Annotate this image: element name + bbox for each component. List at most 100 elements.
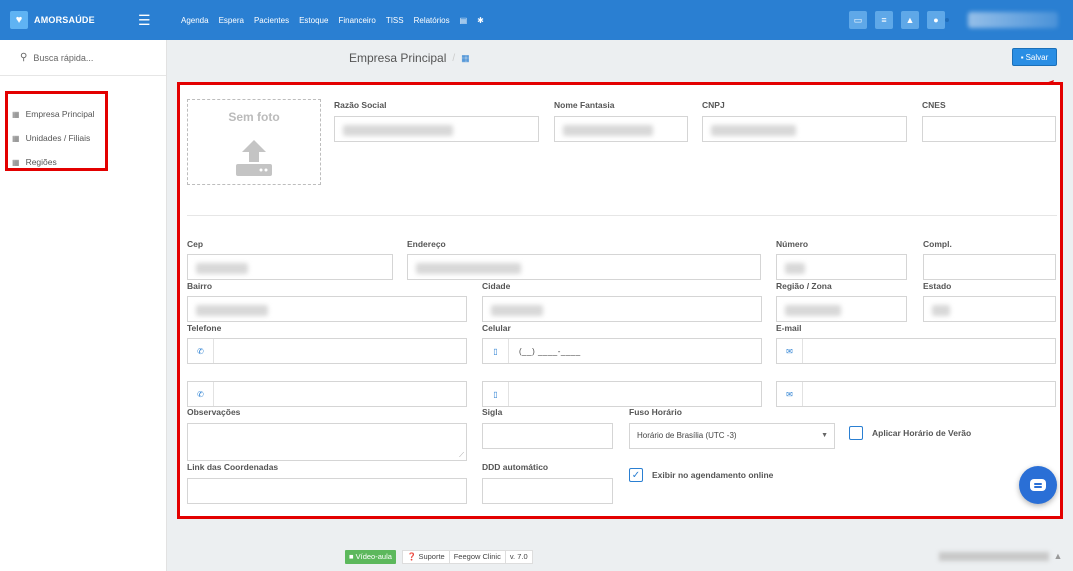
quick-search[interactable]: ⚲ Busca rápida... [0, 40, 166, 76]
nav-item-financeiro[interactable]: Financeiro [338, 16, 375, 25]
regiao-zona-input[interactable] [776, 296, 907, 322]
bairro-input[interactable] [187, 296, 467, 322]
nav-item-pacientes[interactable]: Pacientes [254, 16, 289, 25]
main-nav: Agenda Espera Pacientes Estoque Financei… [181, 16, 494, 25]
building-icon: ▦ [12, 133, 20, 143]
sidebar-menu-highlight: ▦ Empresa Principal ▦ Unidades / Filiais… [5, 91, 108, 171]
brand-logo-icon: ♥ [10, 11, 28, 29]
page-header: Empresa Principal / ▦ ▪ Salvar [167, 40, 1073, 76]
envelope-icon: ✉ [777, 339, 803, 363]
photo-placeholder-text: Sem foto [228, 110, 280, 124]
video-tutorial-button[interactable]: ■ Vídeo-aula [345, 550, 396, 564]
link-coordenadas-input[interactable] [187, 478, 467, 504]
email-input[interactable]: ✉ [776, 338, 1056, 364]
razao-social-input[interactable] [334, 116, 539, 142]
chat-icon[interactable]: ● [927, 11, 945, 29]
page-title: Empresa Principal [349, 51, 447, 65]
product-name: Feegow Clinic [450, 551, 506, 563]
support-link[interactable]: ❓ Suporte [403, 551, 450, 563]
footer-user-info [939, 552, 1049, 561]
nav-item-agenda[interactable]: Agenda [181, 16, 209, 25]
footer-links: ❓ Suporte Feegow Clinic v. 7.0 [402, 550, 533, 564]
estado-input[interactable] [923, 296, 1056, 322]
user-menu[interactable] [968, 12, 1058, 28]
video-tutorial-label: Vídeo-aula [355, 552, 392, 561]
nav-item-espera[interactable]: Espera [219, 16, 244, 25]
inbox-icon[interactable]: ▭ [849, 11, 867, 29]
database-icon[interactable]: ▤ [460, 16, 468, 25]
cnes-input[interactable] [922, 116, 1056, 142]
building-icon: ▦ [461, 52, 470, 63]
celular-input[interactable]: ▯ (__) ____-____ [482, 338, 762, 364]
list-icon[interactable]: ≡ [875, 11, 893, 29]
sidebar-item-label: Empresa Principal [25, 109, 95, 119]
scroll-top-icon[interactable]: ▲ [1051, 549, 1065, 563]
question-icon: ❓ [407, 552, 417, 561]
label-estado: Estado [923, 281, 952, 291]
bell-icon[interactable]: ▲ [901, 11, 919, 29]
save-button[interactable]: ▪ Salvar [1012, 48, 1057, 66]
chevron-down-icon: ▼ [821, 432, 828, 439]
label-link-coordenadas: Link das Coordenadas [187, 462, 279, 472]
topbar-actions: ▭ ≡ ▲ ● [849, 11, 945, 29]
menu-toggle-icon[interactable]: ☰ [138, 12, 152, 28]
company-form: Sem foto Razão Social Nome Fantasia CNPJ… [177, 82, 1063, 519]
compl-input[interactable] [923, 254, 1056, 280]
phone-icon: ✆ [188, 382, 214, 406]
sigla-input[interactable] [482, 423, 613, 449]
numero-input[interactable] [776, 254, 907, 280]
label-nome-fantasia: Nome Fantasia [554, 100, 615, 110]
label-ddd-automatico: DDD automático [482, 462, 549, 472]
label-cnes: CNES [922, 100, 946, 110]
sidebar-item-regioes[interactable]: ▦ Regiões [8, 150, 105, 174]
endereco-input[interactable] [407, 254, 761, 280]
resize-handle-icon[interactable]: ⟋ [459, 452, 464, 460]
nome-fantasia-input[interactable] [554, 116, 688, 142]
label-telefone: Telefone [187, 323, 222, 333]
cidade-input[interactable] [482, 296, 762, 322]
building-icon: ▦ [12, 157, 20, 167]
label-observacoes: Observações [187, 407, 241, 417]
label-cep: Cep [187, 239, 204, 249]
breadcrumb-separator: / [452, 52, 456, 64]
cnpj-input[interactable] [702, 116, 907, 142]
version-label: v. 7.0 [509, 552, 528, 561]
sidebar-item-unidades[interactable]: ▦ Unidades / Filiais [8, 126, 105, 150]
chat-widget-button[interactable] [1019, 466, 1057, 504]
celular-2-input[interactable]: ▯ [482, 381, 762, 407]
agendamento-online-label: Exibir no agendamento online [652, 470, 774, 480]
nav-item-estoque[interactable]: Estoque [299, 16, 328, 25]
sidebar-item-empresa-principal[interactable]: ▦ Empresa Principal [8, 102, 105, 126]
horario-verao-checkbox[interactable] [849, 426, 863, 440]
floppy-icon: ▪ [1020, 52, 1024, 62]
label-razao-social: Razão Social [334, 100, 387, 110]
nav-item-relatorios[interactable]: Relatórios [414, 16, 450, 25]
telefone-2-input[interactable]: ✆ [187, 381, 467, 407]
label-endereco: Endereço [407, 239, 446, 249]
ddd-automatico-input[interactable] [482, 478, 613, 504]
email-2-input[interactable]: ✉ [776, 381, 1056, 407]
label-numero: Número [776, 239, 809, 249]
photo-upload[interactable]: Sem foto [187, 99, 321, 185]
cep-input[interactable] [187, 254, 393, 280]
nav-item-tiss[interactable]: TISS [386, 16, 404, 25]
phone-icon: ✆ [188, 339, 214, 363]
label-compl: Compl. [923, 239, 952, 249]
footer: ■ Vídeo-aula ❓ Suporte Feegow Clinic v. … [167, 543, 1073, 571]
observacoes-textarea[interactable]: ⟋ [187, 423, 467, 461]
celular-mask: (__) ____-____ [519, 347, 581, 356]
support-label: Suporte [418, 552, 445, 561]
sidebar-item-label: Regiões [25, 157, 57, 167]
brand-name: AMORSAÚDE [34, 15, 95, 25]
agendamento-online-checkbox[interactable]: ✓ [629, 468, 643, 482]
fuso-horario-select[interactable]: Horário de Brasília (UTC -3) ▼ [629, 423, 835, 449]
label-cidade: Cidade [482, 281, 511, 291]
telefone-input[interactable]: ✆ [187, 338, 467, 364]
label-celular: Celular [482, 323, 511, 333]
gear-icon[interactable]: ✱ [477, 16, 484, 25]
label-bairro: Bairro [187, 281, 213, 291]
quick-search-label: Busca rápida... [33, 52, 94, 63]
upload-icon [236, 140, 272, 176]
save-label: Salvar [1025, 52, 1049, 62]
label-cnpj: CNPJ [702, 100, 725, 110]
